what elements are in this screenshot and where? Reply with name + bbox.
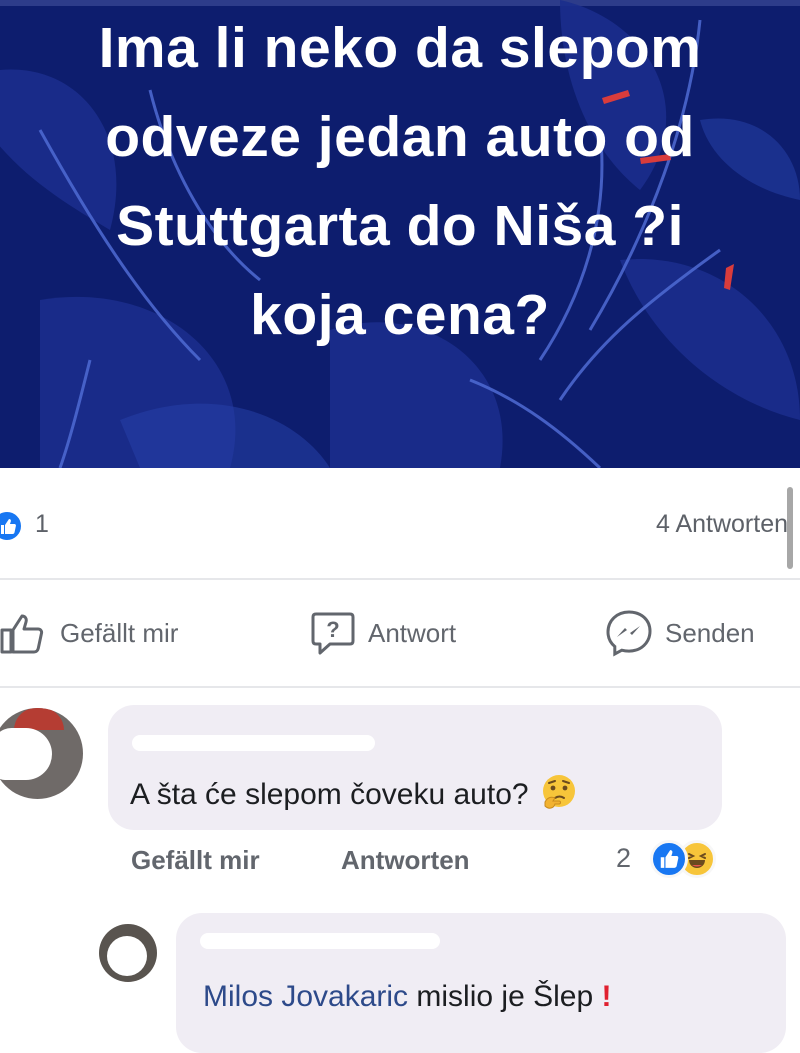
like-button-label: Gefällt mir <box>60 617 179 648</box>
send-button-label: Senden <box>665 617 755 648</box>
like-icon <box>650 840 688 878</box>
user-mention-link[interactable]: Milos Jovakaric <box>203 980 408 1013</box>
avatar-detail <box>14 708 64 730</box>
post-text-line: Stuttgarta do Niša ?i <box>116 194 684 258</box>
exclamation-icon: ! <box>601 980 612 1013</box>
comment-text: A šta će slepom čoveku auto? <box>130 772 579 812</box>
scrollbar[interactable] <box>787 487 793 569</box>
comment-text-body: A šta će slepom čoveku auto? <box>130 778 529 811</box>
messenger-icon <box>606 610 652 657</box>
reply-button[interactable]: ? Antwort <box>310 610 456 656</box>
avatar[interactable] <box>0 708 83 799</box>
svg-text:?: ? <box>326 617 339 642</box>
post-text-line: koja cena? <box>250 283 550 347</box>
post-text: Ima li neko da slepom odveze jedan auto … <box>0 4 800 360</box>
comment-text: Milos Jovakaric mislio je Šlep ! <box>203 980 611 1014</box>
replies-count[interactable]: 4 Antworten <box>656 510 788 539</box>
send-button[interactable]: Senden <box>605 610 755 657</box>
thinking-face-icon <box>542 775 575 809</box>
like-count[interactable]: 1 <box>35 510 49 539</box>
post-text-line: Ima li neko da slepom <box>98 16 702 80</box>
reply-bubble: Milos Jovakaric mislio je Šlep ! <box>176 913 786 1053</box>
post-text-line: odveze jedan auto od <box>105 105 695 169</box>
comment-like-button[interactable]: Gefällt mir <box>131 845 260 876</box>
avatar-redaction <box>0 728 52 780</box>
avatar[interactable] <box>99 924 157 982</box>
comment-reactions[interactable] <box>650 840 730 880</box>
comment-reaction-count[interactable]: 2 <box>616 843 631 874</box>
comment-reply-button[interactable]: Antworten <box>341 845 470 876</box>
comment-question-icon: ? <box>311 612 355 655</box>
post-action-bar: Gefällt mir ? Antwort Senden <box>0 580 800 686</box>
reply-button-label: Antwort <box>368 617 457 648</box>
thumbs-up-icon <box>0 614 44 654</box>
comment-text-body: mislio je Šlep <box>408 980 594 1013</box>
redacted-author-name <box>200 933 440 949</box>
comment-bubble: A šta će slepom čoveku auto? <box>108 705 722 830</box>
redacted-author-name <box>132 735 375 751</box>
avatar-redaction <box>107 936 147 976</box>
divider <box>0 686 800 688</box>
like-button[interactable]: Gefällt mir <box>0 610 178 656</box>
post-banner: Ima li neko da slepom odveze jedan auto … <box>0 0 800 468</box>
reaction-summary: 1 4 Antworten <box>0 468 800 578</box>
like-reaction-icon[interactable] <box>0 509 24 543</box>
